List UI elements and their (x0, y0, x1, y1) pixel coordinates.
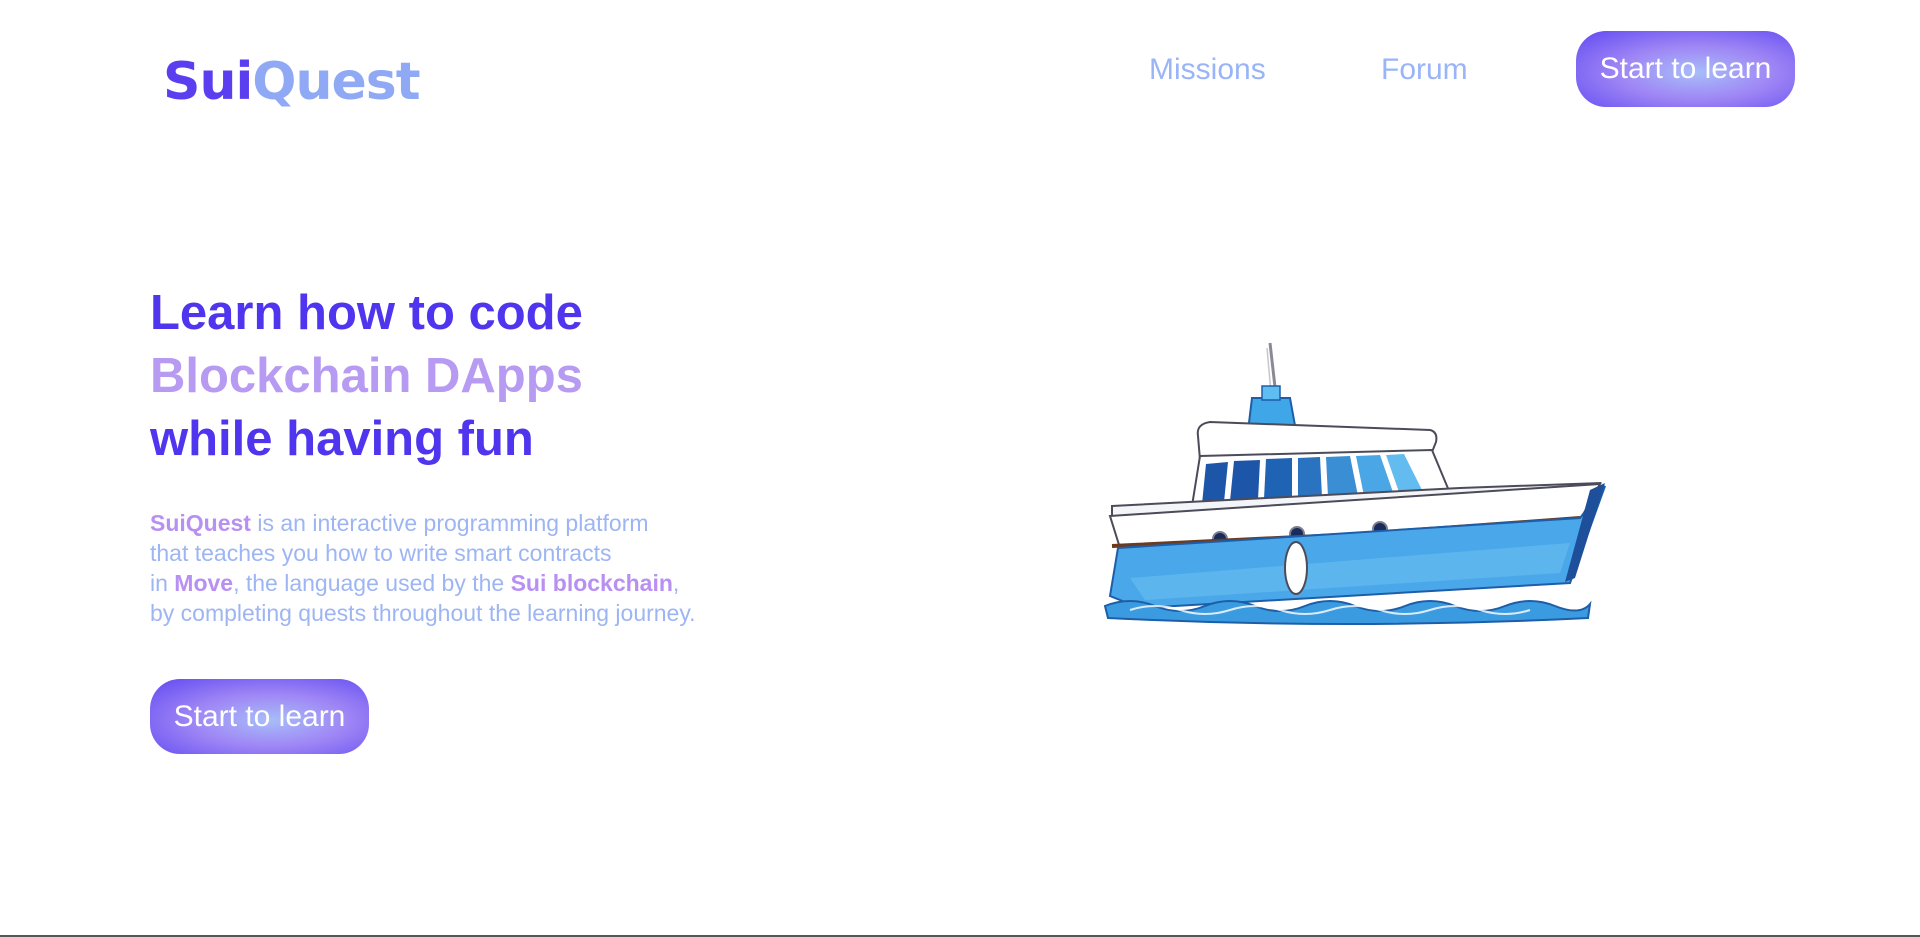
hero-title-line1: Learn how to code (150, 286, 583, 340)
desc-text-4: , the language used by the (233, 570, 511, 596)
logo-sui: Sui (163, 52, 253, 112)
hero-title: Learn how to code Blockchain DApps while… (150, 282, 583, 471)
desc-brand: SuiQuest (150, 510, 251, 536)
site-header: SuiQuest Missions Forum Start to learn (0, 0, 1920, 140)
desc-text-6: by completing quests throughout the lear… (150, 600, 696, 626)
nav-missions-link[interactable]: Missions (1149, 50, 1266, 90)
boat-illustration (1103, 342, 1606, 625)
desc-sui-blockchain: Sui blockchain (510, 570, 673, 596)
desc-move: Move (174, 570, 234, 596)
desc-text-3: in (150, 570, 175, 596)
desc-text-5: , (672, 570, 680, 596)
hero-description: SuiQuest is an interactive programming p… (150, 508, 850, 628)
logo-quest: Quest (252, 52, 420, 112)
hero-start-button[interactable]: Start to learn (150, 679, 369, 754)
desc-text-1: is an interactive programming platform (250, 510, 649, 536)
desc-text-2: that teaches you how to write smart cont… (150, 540, 612, 566)
hero-title-line2: Blockchain DApps (150, 349, 583, 403)
hero-title-line3: while having fun (150, 412, 534, 466)
suiquest-logo[interactable]: SuiQuest (163, 52, 421, 112)
nav-forum-link[interactable]: Forum (1381, 50, 1468, 90)
header-start-button[interactable]: Start to learn (1576, 31, 1795, 107)
